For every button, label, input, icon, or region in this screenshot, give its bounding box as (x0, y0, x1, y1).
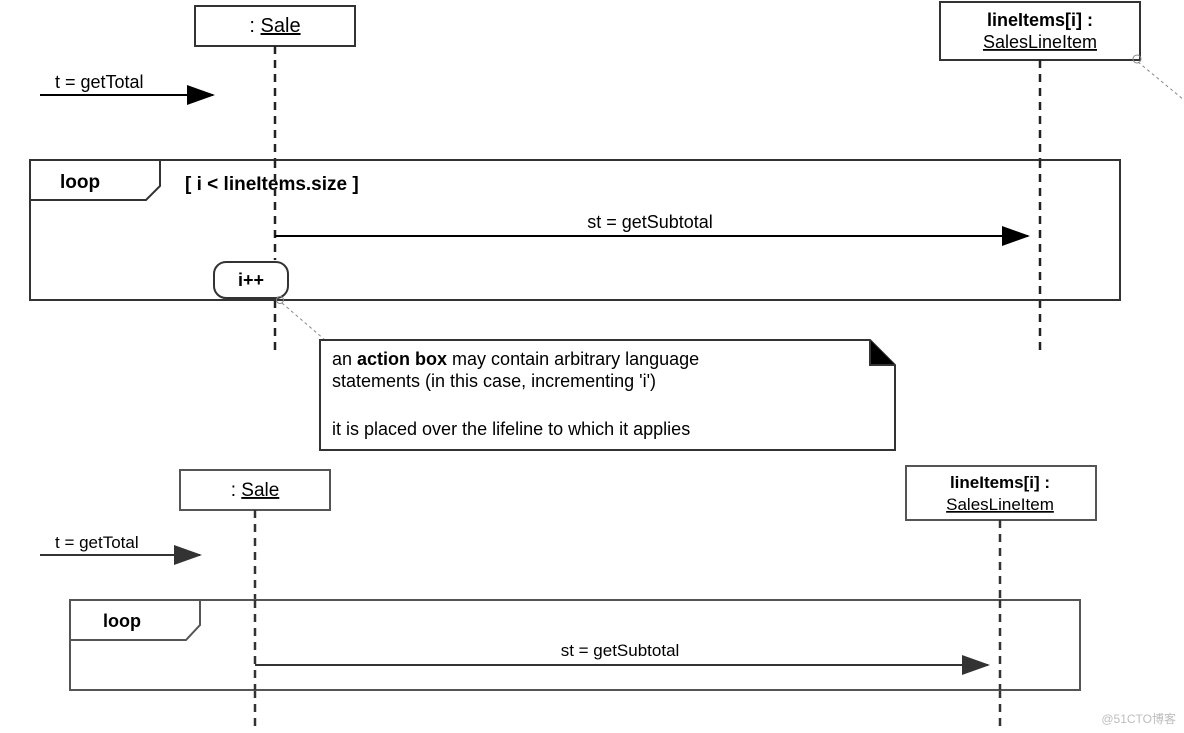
note-l1c: may contain arbitrary language (447, 349, 699, 369)
loop-frame-b: loop st = getSubtotal (70, 600, 1080, 690)
svg-text:: Sale: : Sale (249, 15, 300, 37)
loop-b-operator: loop (103, 611, 141, 631)
top-diagram: : Sale lineItems[i] : SalesLineItem t = … (30, 2, 1184, 450)
getSubtotal-label: st = getSubtotal (587, 212, 713, 232)
sale-label: Sale (261, 15, 301, 37)
lineitem-label-l1: lineItems[i] : (987, 10, 1093, 30)
lifeline-lineitem: lineItems[i] : SalesLineItem (940, 2, 1184, 350)
lineitem-label-l2: SalesLineItem (983, 32, 1097, 52)
loop-operator-label: loop (60, 172, 100, 193)
lineitem-b-l1: lineItems[i] : (950, 473, 1050, 492)
getTotal-label: t = getTotal (55, 72, 144, 92)
action-box-text: i++ (238, 270, 264, 290)
svg-text:: Sale: : Sale (231, 480, 280, 501)
getSubtotal-b-label: st = getSubtotal (561, 641, 680, 660)
lineitem-b-l2: SalesLineItem (946, 495, 1054, 514)
note-l1a: an (332, 349, 357, 369)
loop-frame: loop [ i < lineItems.size ] st = getSubt… (30, 160, 1120, 300)
sale-label-prefix: : (249, 15, 260, 37)
creation-connector (1138, 62, 1184, 100)
message-getTotal: t = getTotal (40, 72, 213, 95)
note-l1b: action box (357, 349, 447, 369)
note-l3: it is placed over the lifeline to which … (332, 419, 690, 439)
bottom-diagram: : Sale lineItems[i] : SalesLineItem t = … (40, 466, 1096, 730)
loop-guard-label: [ i < lineItems.size ] (185, 174, 359, 195)
watermark: @51CTO博客 (1101, 710, 1176, 727)
message-getTotal-b: t = getTotal (40, 533, 200, 555)
sale-b-prefix: : (231, 480, 242, 501)
note-connector (282, 303, 325, 340)
note-box: an action box may contain arbitrary lang… (320, 340, 895, 450)
note-l2: statements (in this case, incrementing '… (332, 371, 656, 391)
getTotal-b-label: t = getTotal (55, 533, 139, 552)
sale-b-label: Sale (241, 480, 279, 501)
svg-text:an action box may contain arbi: an action box may contain arbitrary lang… (332, 349, 699, 369)
note-dog-ear (870, 340, 895, 365)
